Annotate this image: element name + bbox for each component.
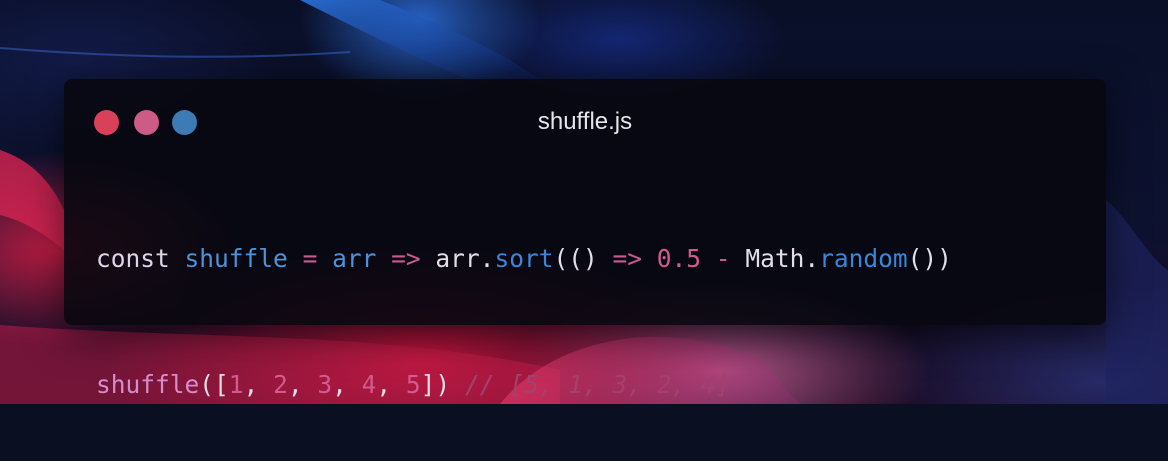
code-comment: // [5, 1, 3, 2, 4] bbox=[464, 370, 731, 399]
window-titlebar: shuffle.js bbox=[64, 79, 1106, 165]
keyword-const: const bbox=[96, 244, 170, 273]
code-window: shuffle.js const shuffle = arr => arr.so… bbox=[64, 79, 1106, 399]
number-literal: 5 bbox=[405, 370, 421, 399]
method-random: random bbox=[819, 244, 908, 273]
number-literal: 3 bbox=[317, 370, 333, 399]
identifier-math: Math bbox=[745, 244, 805, 273]
punct-open: ([ bbox=[199, 370, 229, 399]
code-line-1: const shuffle = arr => arr.sort(() => 0.… bbox=[96, 241, 952, 277]
punct-parens-close: ()) bbox=[907, 244, 952, 273]
operator-arrow: => bbox=[391, 244, 421, 273]
punct-comma: , bbox=[287, 370, 318, 399]
number-literal: 1 bbox=[228, 370, 244, 399]
identifier-shuffle: shuffle bbox=[184, 244, 288, 273]
operator-minus: - bbox=[715, 244, 731, 273]
number-literal: 4 bbox=[361, 370, 377, 399]
method-sort: sort bbox=[494, 244, 554, 273]
operator-equals: = bbox=[302, 244, 318, 273]
number-literal: 0.5 bbox=[656, 244, 702, 273]
punct-dot: . bbox=[804, 244, 820, 273]
code-line-2: shuffle([1, 2, 3, 4, 5]) // [5, 1, 3, 2,… bbox=[96, 367, 952, 403]
code-block: const shuffle = arr => arr.sort(() => 0.… bbox=[96, 183, 952, 461]
punct-dot: . bbox=[479, 244, 495, 273]
operator-arrow: => bbox=[612, 244, 642, 273]
identifier-arr: arr bbox=[435, 244, 480, 273]
punct-comma: , bbox=[376, 370, 406, 399]
punct-parens-open: (() bbox=[553, 244, 598, 273]
call-shuffle: shuffle bbox=[96, 370, 200, 399]
parameter-arr: arr bbox=[332, 244, 377, 273]
punct-close: ]) bbox=[420, 370, 451, 399]
number-literal: 2 bbox=[273, 370, 288, 399]
window-title: shuffle.js bbox=[537, 108, 633, 135]
punct-comma: , bbox=[332, 370, 362, 399]
punct-comma: , bbox=[243, 370, 274, 399]
